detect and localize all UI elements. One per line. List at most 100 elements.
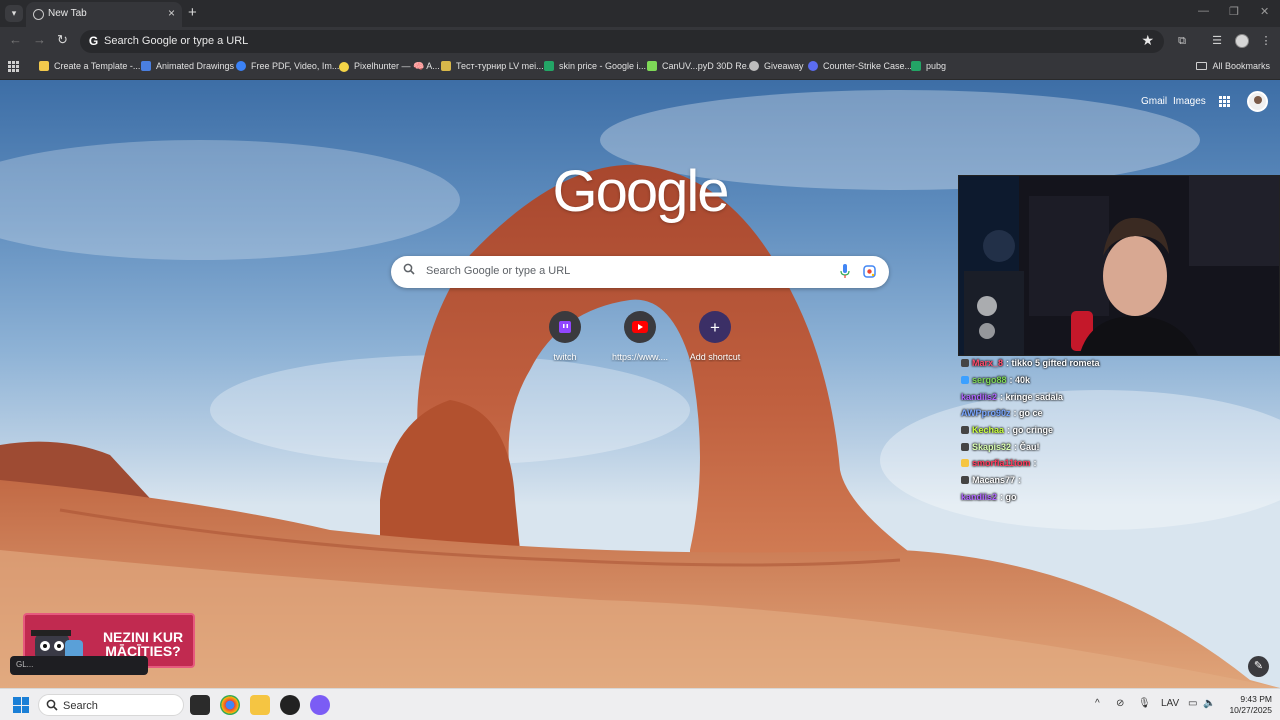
google-lens-icon[interactable] bbox=[863, 265, 876, 278]
bookmark-item[interactable]: skin price - Google i... bbox=[544, 61, 646, 71]
sheets-icon bbox=[911, 61, 921, 71]
reading-list-icon[interactable]: ☰ bbox=[1210, 34, 1224, 48]
chat-badge-icon bbox=[961, 476, 969, 485]
shortcut-label: twitch bbox=[553, 352, 577, 362]
windows-taskbar: Search ^ ⊘ 🎙 LAV ▭ 🔈 9:43 PM 10/27/2025 bbox=[0, 688, 1280, 720]
bookmark-item[interactable]: Free PDF, Video, Im... bbox=[236, 61, 339, 71]
taskbar-clock[interactable]: 9:43 PM 10/27/2025 bbox=[1222, 694, 1272, 716]
tab-strip: ▾ New Tab × + — ❐ ✕ bbox=[0, 0, 1280, 27]
sheets-icon bbox=[544, 61, 554, 71]
taskbar-search[interactable]: Search bbox=[38, 694, 184, 716]
chat-message: kandiis2: go bbox=[961, 491, 1017, 502]
plus-icon: + bbox=[699, 311, 731, 343]
customize-pencil-icon[interactable]: ✎ bbox=[1248, 656, 1269, 677]
discord-icon[interactable] bbox=[310, 695, 330, 715]
webcam-feed bbox=[959, 176, 1279, 355]
chat-badge-icon bbox=[961, 459, 969, 468]
chat-badge-icon bbox=[961, 442, 969, 451]
file-explorer-icon[interactable] bbox=[250, 695, 270, 715]
youtube-icon bbox=[624, 311, 656, 343]
bookmark-item[interactable]: Giveaway bbox=[749, 61, 804, 71]
google-apps-icon[interactable] bbox=[1219, 96, 1230, 107]
bookmark-favicon-icon bbox=[141, 61, 151, 71]
reload-icon[interactable]: ↻ bbox=[57, 32, 68, 48]
chrome-icon[interactable] bbox=[220, 695, 240, 715]
task-view-icon[interactable] bbox=[190, 695, 210, 715]
profile-avatar[interactable] bbox=[1235, 34, 1249, 48]
bookmark-favicon-icon bbox=[236, 61, 246, 71]
google-logo: Google bbox=[552, 159, 729, 224]
obs-icon[interactable] bbox=[280, 695, 300, 715]
new-tab-button[interactable]: + bbox=[188, 4, 197, 21]
bookmark-favicon-icon bbox=[749, 61, 759, 71]
network-icon[interactable]: ⊘ bbox=[1116, 698, 1124, 709]
display-icon[interactable]: ▭ bbox=[1188, 698, 1197, 709]
extensions-icon[interactable]: ⧉ bbox=[1175, 34, 1189, 48]
restore-icon[interactable]: ❐ bbox=[1229, 5, 1239, 18]
bookmark-item[interactable]: Тест-турнир LV mei... bbox=[441, 61, 544, 71]
volume-icon[interactable]: 🔈 bbox=[1203, 698, 1215, 709]
chat-message: kandiis2: kringe sadala bbox=[961, 391, 1064, 402]
bookmark-favicon-icon bbox=[339, 61, 349, 72]
shortcut-label: Add shortcut bbox=[689, 352, 741, 362]
browser-toolbar: ← → ↻ G Search Google or type a URL ★ ⧉ … bbox=[0, 27, 1280, 56]
globe-icon bbox=[33, 9, 44, 20]
tray-overflow-icon[interactable]: ^ bbox=[1095, 698, 1100, 709]
search-icon bbox=[46, 699, 58, 711]
chat-badge-icon bbox=[961, 376, 969, 385]
bookmarks-bar: Create a Template -... Animated Drawings… bbox=[0, 56, 1280, 80]
bookmark-item[interactable]: CanUV...pyD 30D Re... bbox=[647, 61, 754, 71]
bookmark-favicon-icon bbox=[39, 61, 49, 71]
bookmark-item[interactable]: pubg bbox=[911, 61, 946, 71]
back-arrow-icon[interactable]: ← bbox=[9, 32, 22, 47]
bookmark-item[interactable]: Create a Template -... bbox=[39, 61, 140, 71]
bookmark-star-icon[interactable]: ★ bbox=[1141, 32, 1154, 49]
language-indicator[interactable]: LAV bbox=[1161, 698, 1179, 709]
chat-message: AWPpro90z: go ce bbox=[961, 408, 1043, 419]
webcam-overlay bbox=[958, 175, 1280, 356]
windows-start-icon[interactable] bbox=[13, 697, 29, 713]
bookmark-favicon-icon bbox=[808, 61, 818, 71]
shortcut-youtube[interactable]: https://www.... bbox=[600, 311, 680, 362]
omnibox[interactable]: G Search Google or type a URL ★ bbox=[80, 30, 1164, 53]
window-close-icon[interactable]: ✕ bbox=[1260, 5, 1269, 18]
promo-text: NEZINI KUR MĀCĪTIES? bbox=[102, 629, 184, 659]
promo-caption: GL... bbox=[10, 656, 148, 675]
minimize-icon[interactable]: — bbox=[1198, 5, 1209, 17]
chat-message: sergo88: 40k bbox=[961, 372, 1181, 389]
stream-chat: Marx_8: tikko 5 gifted rometa sergo88: 4… bbox=[961, 355, 1181, 505]
tab-title: New Tab bbox=[48, 8, 87, 19]
chat-message: Skapis32: Čau! bbox=[961, 438, 1181, 455]
google-g-icon: G bbox=[88, 34, 99, 48]
shortcut-twitch[interactable]: twitch bbox=[525, 311, 605, 362]
tab-search-button[interactable]: ▾ bbox=[5, 5, 23, 22]
microphone-icon[interactable] bbox=[840, 264, 850, 279]
forward-arrow-icon[interactable]: → bbox=[33, 32, 46, 47]
images-link[interactable]: Images bbox=[1173, 96, 1206, 107]
chat-message: Kechaa: go cringe bbox=[961, 422, 1181, 439]
ntp-search-input[interactable]: Search Google or type a URL bbox=[426, 265, 570, 277]
apps-grid-icon[interactable] bbox=[8, 61, 19, 72]
search-icon bbox=[403, 263, 415, 275]
folder-icon bbox=[1196, 62, 1208, 70]
bookmark-item[interactable]: Counter-Strike Case... bbox=[808, 61, 912, 71]
more-menu-icon[interactable]: ⋮ bbox=[1259, 34, 1273, 48]
chat-badge-icon bbox=[961, 359, 969, 368]
bookmark-favicon-icon bbox=[441, 61, 451, 71]
close-tab-icon[interactable]: × bbox=[168, 6, 175, 20]
bookmark-item[interactable]: Pixelhunter — 🧠 A... bbox=[339, 61, 440, 72]
add-shortcut-button[interactable]: + Add shortcut bbox=[675, 311, 755, 362]
account-avatar[interactable] bbox=[1247, 91, 1268, 112]
all-bookmarks-button[interactable]: All Bookmarks bbox=[1196, 61, 1270, 71]
shortcut-label: https://www.... bbox=[611, 352, 669, 362]
omnibox-input[interactable]: Search Google or type a URL bbox=[104, 35, 248, 47]
ntp-search-box[interactable]: Search Google or type a URL bbox=[391, 256, 889, 288]
tab-new-tab[interactable]: New Tab × bbox=[26, 2, 182, 27]
chat-message: Marx_8: tikko 5 gifted rometa bbox=[961, 355, 1181, 372]
chat-badge-icon bbox=[961, 426, 969, 435]
chat-message: smorfia11tom: bbox=[961, 455, 1181, 472]
bookmark-item[interactable]: Animated Drawings bbox=[141, 61, 234, 71]
microphone-tray-icon[interactable]: 🎙 bbox=[1138, 698, 1151, 709]
gmail-link[interactable]: Gmail bbox=[1141, 96, 1167, 107]
twitch-icon bbox=[549, 311, 581, 343]
